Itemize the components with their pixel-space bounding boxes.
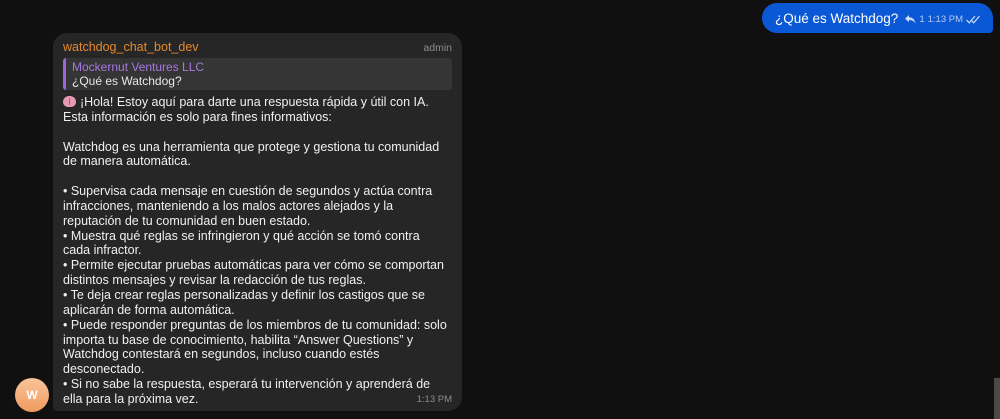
message-line-text: • Supervisa cada mensaje en cuestión de … xyxy=(63,184,433,199)
message-line-text: ¡Hola! Estoy aquí para darte una respues… xyxy=(80,95,429,109)
message-line-text: • Muestra qué reglas se infringieron y q… xyxy=(63,228,420,243)
message-line-text: Watchdog es una herramienta que protege … xyxy=(63,139,440,154)
double-check-icon xyxy=(966,15,980,24)
message-line: • Muestra qué reglas se infringieron y q… xyxy=(63,229,452,244)
message-line-text: desconectado. xyxy=(63,362,145,377)
message-line: • Puede responder preguntas de los miemb… xyxy=(63,318,452,333)
message-line: distintos mensajes y revisar la redacció… xyxy=(63,273,452,288)
outgoing-message-meta: 1 1:13 PM xyxy=(905,14,981,25)
message-line: desconectado. xyxy=(63,362,452,377)
reply-arrow-icon xyxy=(905,14,916,23)
incoming-message-bubble[interactable]: watchdog_chat_bot_dev admin Mockernut Ve… xyxy=(53,33,462,411)
message-line: • Supervisa cada mensaje en cuestión de … xyxy=(63,184,452,199)
message-line-text: de manera automática. xyxy=(63,154,191,169)
message-line-text: importa tu base de conocimiento, habilit… xyxy=(63,332,414,347)
outgoing-time: 1:13 PM xyxy=(927,13,963,25)
scrollbar[interactable] xyxy=(994,378,1000,419)
outgoing-message-text: ¿Qué es Watchdog? xyxy=(774,10,899,26)
reply-quote[interactable]: Mockernut Ventures LLC ¿Qué es Watchdog? xyxy=(63,58,452,90)
message-line-text: cada infractor. xyxy=(63,243,142,258)
sender-name[interactable]: watchdog_chat_bot_dev xyxy=(63,40,199,54)
message-line: infracciones, manteniendo a los malos ac… xyxy=(63,199,452,214)
message-line-text: Watchdog contestará en segundos, incluso… xyxy=(63,347,380,362)
message-line-text: reputación de tu comunidad en buen estad… xyxy=(63,213,311,228)
incoming-time: 1:13 PM xyxy=(416,394,452,405)
message-line-text: • Puede responder preguntas de los miemb… xyxy=(63,317,447,332)
reply-count: 1 xyxy=(919,13,925,25)
bot-avatar[interactable]: W xyxy=(15,378,49,412)
message-line: • Permite ejecutar pruebas automáticas p… xyxy=(63,258,452,273)
message-line: ella para la próxima vez. xyxy=(63,392,452,407)
message-line-text: • Permite ejecutar pruebas automáticas p… xyxy=(63,258,444,273)
message-line: Esta información es solo para fines info… xyxy=(63,110,452,125)
message-body: ¡Hola! Estoy aquí para darte una respues… xyxy=(63,95,452,407)
message-line: cada infractor. xyxy=(63,243,452,258)
reply-quote-author: Mockernut Ventures LLC xyxy=(72,60,205,74)
outgoing-message-bubble[interactable]: ¿Qué es Watchdog? 1 1:13 PM xyxy=(761,3,993,33)
message-line: ¡Hola! Estoy aquí para darte una respues… xyxy=(63,95,452,110)
message-line-text: distintos mensajes y revisar la redacció… xyxy=(63,273,366,288)
message-line: Watchdog contestará en segundos, incluso… xyxy=(63,347,452,362)
message-line: de manera automática. xyxy=(63,154,452,169)
avatar-initial: W xyxy=(26,388,38,402)
message-line: importa tu base de conocimiento, habilit… xyxy=(63,333,452,348)
message-line-text: Esta información es solo para fines info… xyxy=(63,109,332,124)
message-line-text: infracciones, manteniendo a los malos ac… xyxy=(63,198,394,213)
message-line-text: • Si no sabe la respuesta, esperará tu i… xyxy=(63,377,431,392)
message-line-text: aplicarán de forma automática. xyxy=(63,302,235,317)
message-line-text: • Te deja crear reglas personalizadas y … xyxy=(63,287,425,302)
message-line: • Te deja crear reglas personalizadas y … xyxy=(63,288,452,303)
message-line: • Si no sabe la respuesta, esperará tu i… xyxy=(63,377,452,392)
brain-emoji-icon xyxy=(63,96,76,107)
message-header: watchdog_chat_bot_dev admin xyxy=(63,40,452,57)
message-line-text: ella para la próxima vez. xyxy=(63,391,199,406)
admin-badge: admin xyxy=(423,42,452,54)
message-line: Watchdog es una herramienta que protege … xyxy=(63,140,452,155)
reply-quote-text: ¿Qué es Watchdog? xyxy=(72,74,182,88)
message-line: reputación de tu comunidad en buen estad… xyxy=(63,214,452,229)
message-line: aplicarán de forma automática. xyxy=(63,303,452,318)
